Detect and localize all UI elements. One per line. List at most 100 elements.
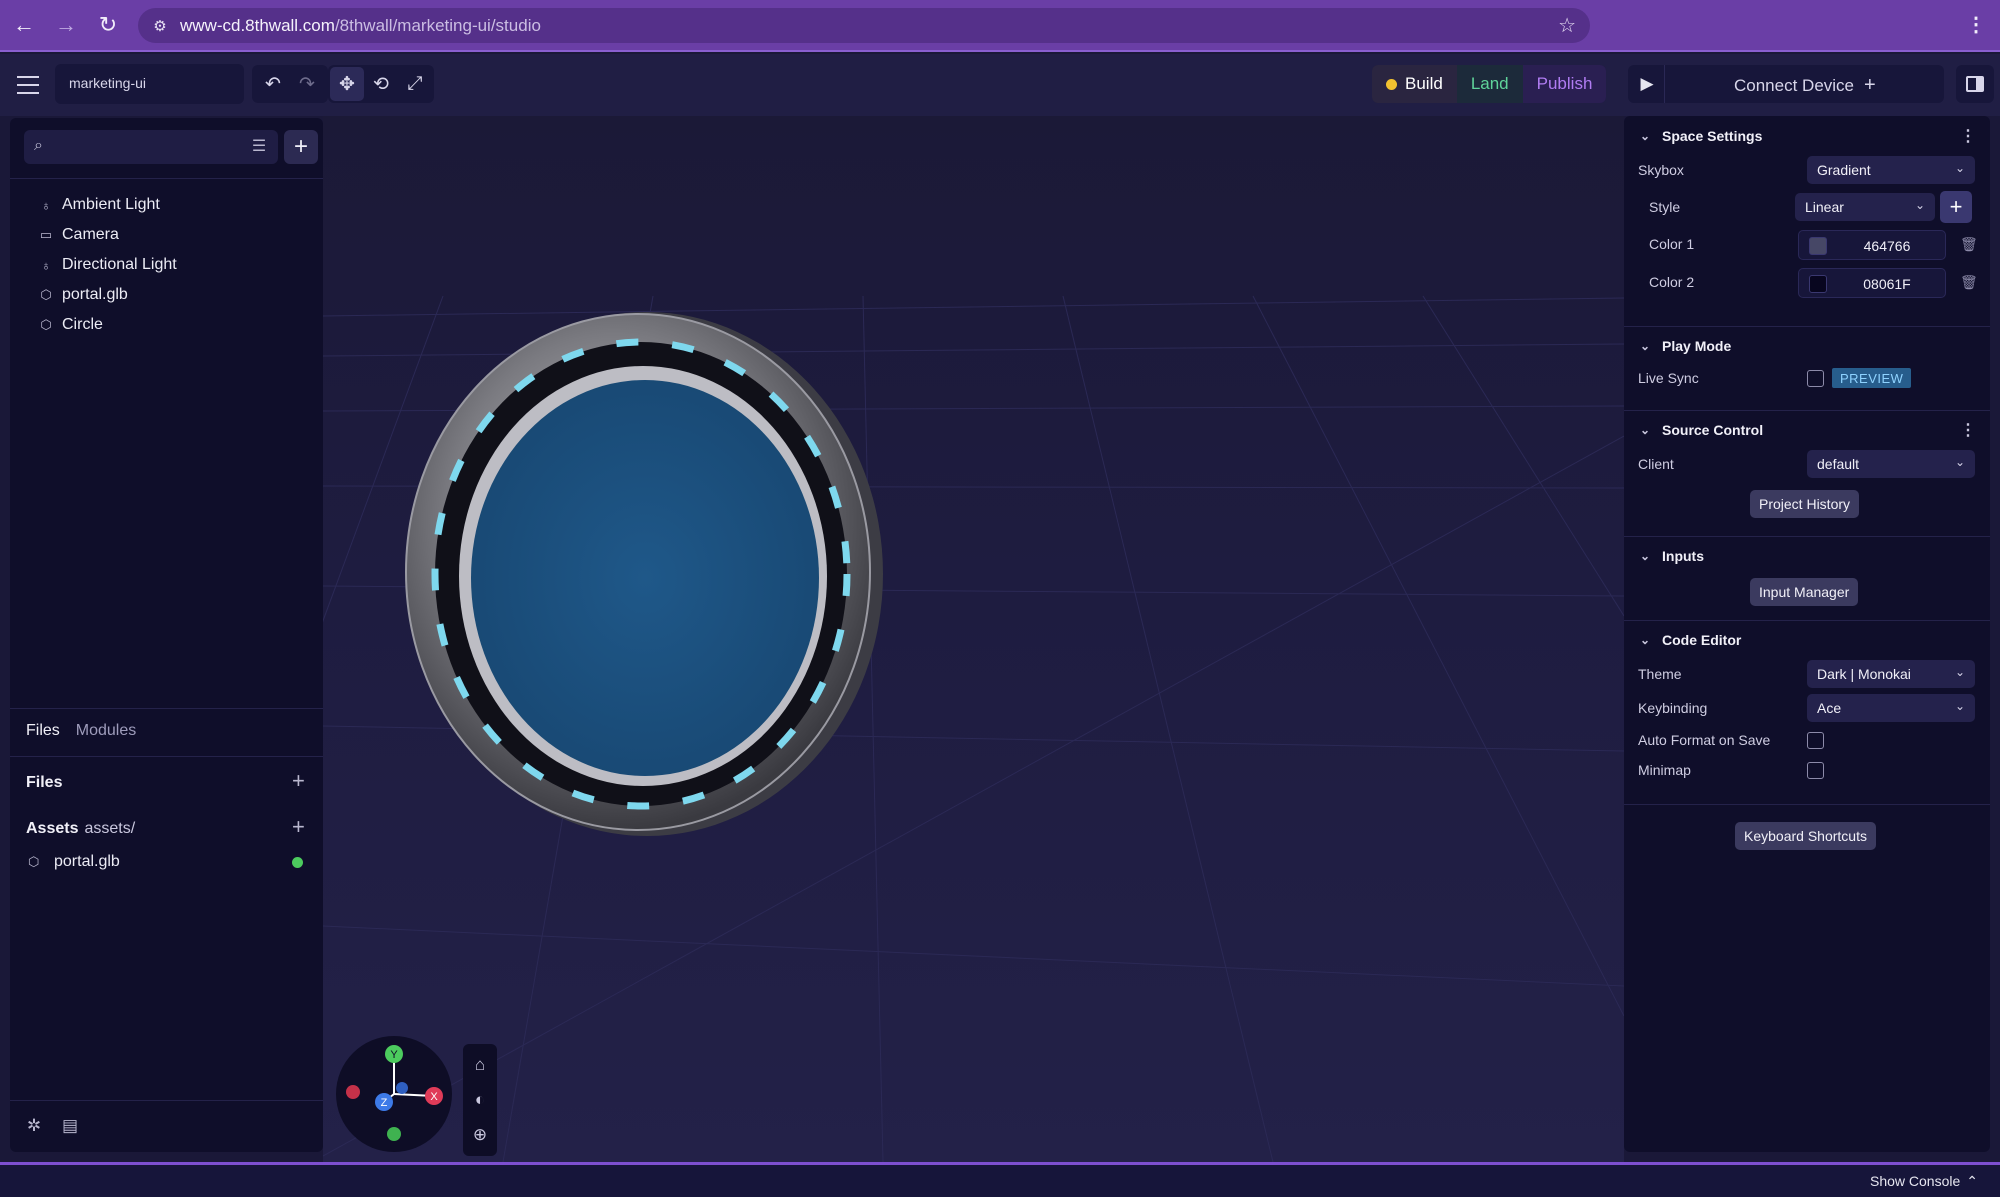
- address-bar[interactable]: ⚙ www-cd.8thwall.com/8thwall/marketing-u…: [138, 8, 1590, 43]
- hierarchy-item-label: portal.glb: [62, 286, 128, 303]
- portal-model: [405, 312, 883, 836]
- view-tools: ⌂ ◐ ⊕: [463, 1044, 497, 1156]
- file-tabs: Files Modules: [26, 722, 136, 740]
- space-settings-header[interactable]: ⌄ Space Settings: [1640, 128, 1762, 144]
- url-host: www-cd.8thwall.com: [180, 16, 335, 35]
- inputs-header[interactable]: ⌄ Inputs: [1640, 548, 1704, 564]
- camera-icon: ▭: [39, 227, 53, 242]
- bug-icon[interactable]: ✲: [24, 1116, 44, 1136]
- skybox-select[interactable]: Gradient ⌄: [1807, 156, 1975, 184]
- console-bar: Show Console ⌃: [0, 1165, 2000, 1197]
- divider: [10, 708, 323, 709]
- auto-format-label: Auto Format on Save: [1638, 732, 1771, 748]
- x-axis-label: X: [430, 1091, 438, 1103]
- hierarchy-item-camera[interactable]: ▭ Camera: [38, 220, 177, 250]
- redo-icon[interactable]: ↷: [290, 67, 324, 101]
- input-manager-button[interactable]: Input Manager: [1750, 578, 1859, 606]
- asset-label: portal.glb: [54, 853, 120, 870]
- color1-label: Color 1: [1649, 236, 1695, 252]
- move-tool-icon[interactable]: ✥: [330, 67, 364, 101]
- color2-field[interactable]: 08061F: [1798, 268, 1946, 298]
- chevron-down-icon: ⌄: [1640, 633, 1651, 647]
- land-mode-button[interactable]: Land: [1456, 65, 1523, 103]
- source-control-header[interactable]: ⌄ Source Control: [1640, 422, 1763, 438]
- hierarchy-item-label: Directional Light: [62, 256, 177, 273]
- auto-format-checkbox[interactable]: [1807, 732, 1824, 749]
- play-connect-group: ▶ Connect Device +: [1628, 65, 1944, 103]
- chevron-down-icon: ⌄: [1640, 549, 1651, 563]
- client-select[interactable]: default ⌄: [1807, 450, 1975, 478]
- bulb-icon: ♁: [41, 257, 51, 273]
- filter-icon[interactable]: ☰: [248, 136, 270, 158]
- project-name[interactable]: marketing-ui: [55, 64, 244, 104]
- message-icon[interactable]: ▤: [60, 1116, 80, 1136]
- add-color-button[interactable]: +: [1940, 191, 1972, 223]
- add-object-button[interactable]: +: [284, 130, 318, 164]
- tab-files[interactable]: Files: [26, 722, 60, 740]
- keyboard-shortcuts-button[interactable]: Keyboard Shortcuts: [1735, 822, 1876, 850]
- play-icon[interactable]: ▶: [1636, 73, 1658, 95]
- hierarchy-item-circle[interactable]: ⬡ Circle: [38, 310, 177, 340]
- chevron-down-icon: ⌄: [1640, 423, 1651, 437]
- bulb-icon: ♁: [41, 197, 51, 213]
- theme-select[interactable]: Dark | Monokai ⌄: [1807, 660, 1975, 688]
- chevron-down-icon: ⌄: [1640, 129, 1651, 143]
- orientation-gizmo[interactable]: Y X Z: [336, 1036, 452, 1152]
- more-options-icon[interactable]: ⋮: [1960, 126, 1976, 146]
- hierarchy-item-portal[interactable]: ⬡ portal.glb: [38, 280, 177, 310]
- rotate-tool-icon[interactable]: ⟲: [364, 67, 398, 101]
- client-value: default: [1817, 456, 1860, 472]
- section-title: Inputs: [1662, 548, 1704, 564]
- studio-toolbar: marketing-ui ↶ ↷ ✥ ⟲ ⤢ Build Land Publis…: [0, 54, 2000, 116]
- reload-icon[interactable]: ↻: [94, 11, 122, 39]
- url-text[interactable]: www-cd.8thwall.com/8thwall/marketing-ui/…: [180, 16, 541, 36]
- scale-tool-icon[interactable]: ⤢: [398, 67, 432, 101]
- play-mode-header[interactable]: ⌄ Play Mode: [1640, 338, 1731, 354]
- color2-swatch[interactable]: [1809, 275, 1827, 293]
- skybox-label: Skybox: [1638, 162, 1684, 178]
- live-sync-checkbox[interactable]: [1807, 370, 1824, 387]
- assets-label: Assets: [26, 820, 79, 837]
- publish-mode-button[interactable]: Publish: [1522, 65, 1607, 103]
- panel-toggle-button[interactable]: [1956, 65, 1994, 103]
- chevron-down-icon: ⌄: [1954, 455, 1965, 469]
- add-file-icon[interactable]: +: [292, 768, 305, 794]
- color1-swatch[interactable]: [1809, 237, 1827, 255]
- search-input[interactable]: [60, 135, 230, 159]
- shading-icon[interactable]: ◐: [475, 1090, 485, 1110]
- hierarchy-item-directional-light[interactable]: ♁ Directional Light: [38, 250, 177, 280]
- show-console-button[interactable]: Show Console ⌃: [1870, 1173, 1978, 1190]
- add-asset-icon[interactable]: +: [292, 814, 305, 840]
- browser-menu-icon[interactable]: ⋮: [1966, 12, 1986, 37]
- connect-device-button[interactable]: Connect Device +: [1734, 74, 1876, 97]
- section-title: Source Control: [1662, 422, 1764, 438]
- asset-item-portal[interactable]: ⬡ portal.glb: [28, 850, 303, 874]
- back-arrow-icon[interactable]: ←: [10, 11, 38, 39]
- url-path: /8thwall/marketing-ui/studio: [334, 16, 541, 35]
- code-editor-header[interactable]: ⌄ Code Editor: [1640, 632, 1741, 648]
- forward-arrow-icon[interactable]: →: [52, 11, 80, 39]
- build-mode-button[interactable]: Build: [1372, 65, 1457, 103]
- site-settings-icon[interactable]: ⚙: [148, 14, 172, 38]
- chevron-down-icon: ⌄: [1954, 161, 1965, 175]
- theme-value: Dark | Monokai: [1817, 666, 1911, 682]
- color1-field[interactable]: 464766: [1798, 230, 1946, 260]
- project-history-button[interactable]: Project History: [1750, 490, 1860, 518]
- more-options-icon[interactable]: ⋮: [1960, 420, 1976, 440]
- minimap-checkbox[interactable]: [1807, 762, 1824, 779]
- globe-icon[interactable]: ⊕: [473, 1125, 487, 1145]
- keybinding-select[interactable]: Ace ⌄: [1807, 694, 1975, 722]
- chevron-down-icon: ⌄: [1914, 198, 1925, 212]
- undo-icon[interactable]: ↶: [256, 67, 290, 101]
- style-select[interactable]: Linear ⌄: [1795, 193, 1935, 221]
- tab-modules[interactable]: Modules: [76, 722, 136, 740]
- scene-viewport[interactable]: Y X Z ⌂ ◐ ⊕: [323, 116, 1624, 1162]
- home-icon[interactable]: ⌂: [475, 1055, 485, 1075]
- hierarchy-item-ambient-light[interactable]: ♁ Ambient Light: [38, 190, 177, 220]
- trash-icon[interactable]: 🗑: [1960, 274, 1978, 291]
- hamburger-menu-icon[interactable]: [10, 67, 46, 103]
- trash-icon[interactable]: 🗑: [1960, 236, 1978, 253]
- build-status-dot: [1386, 78, 1397, 90]
- hierarchy-item-label: Camera: [62, 226, 119, 243]
- bookmark-star-icon[interactable]: ☆: [1558, 13, 1576, 38]
